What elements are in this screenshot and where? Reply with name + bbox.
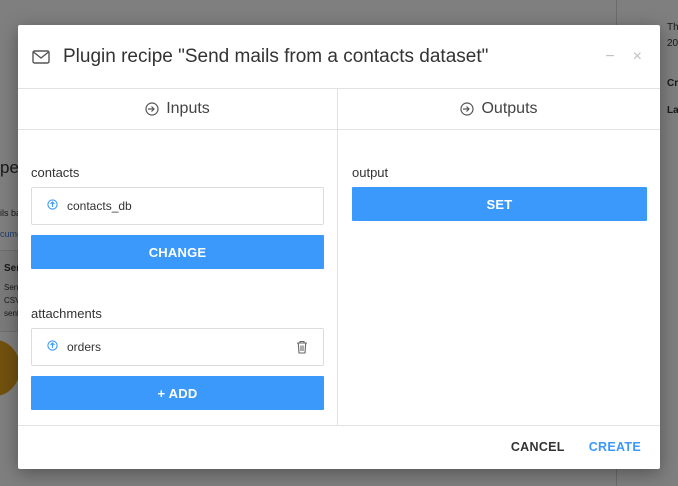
cancel-button[interactable]: CANCEL (511, 440, 565, 454)
attachments-dataset-name: orders (67, 340, 102, 354)
io-tabs: Inputs Outputs (18, 89, 660, 130)
change-button[interactable]: CHANGE (31, 235, 324, 269)
dialog-header: Plugin recipe "Send mails from a contact… (18, 25, 660, 89)
minimize-button[interactable]: − (605, 49, 614, 65)
dataset-upload-icon (47, 338, 58, 356)
tab-inputs: Inputs (18, 89, 338, 129)
envelope-icon (32, 49, 50, 64)
set-output-button[interactable]: SET (352, 187, 647, 221)
outputs-column: output SET (338, 130, 660, 425)
tab-inputs-label: Inputs (166, 100, 210, 117)
tab-outputs: Outputs (338, 89, 660, 129)
attachments-label: attachments (31, 306, 102, 321)
add-attachment-button[interactable]: + ADD (31, 376, 324, 410)
contacts-dataset-name: contacts_db (67, 199, 132, 213)
dialog-title: Plugin recipe "Send mails from a contact… (63, 45, 489, 67)
output-label: output (352, 165, 389, 180)
plugin-recipe-dialog: Plugin recipe "Send mails from a contact… (18, 25, 660, 469)
contacts-label: contacts (31, 165, 80, 180)
tab-outputs-label: Outputs (481, 100, 538, 117)
inputs-column: contacts contacts_db CHANGE attachments (18, 130, 338, 425)
sign-in-icon (145, 102, 159, 116)
dialog-footer: CANCEL CREATE (18, 426, 660, 468)
attachments-dataset-item[interactable]: orders (31, 328, 324, 366)
sign-out-icon (460, 102, 475, 116)
close-button[interactable]: × (633, 49, 642, 65)
contacts-dataset-item[interactable]: contacts_db (31, 187, 324, 225)
trash-icon[interactable] (296, 340, 308, 359)
create-button[interactable]: CREATE (589, 440, 641, 454)
dataset-upload-icon (47, 197, 58, 215)
